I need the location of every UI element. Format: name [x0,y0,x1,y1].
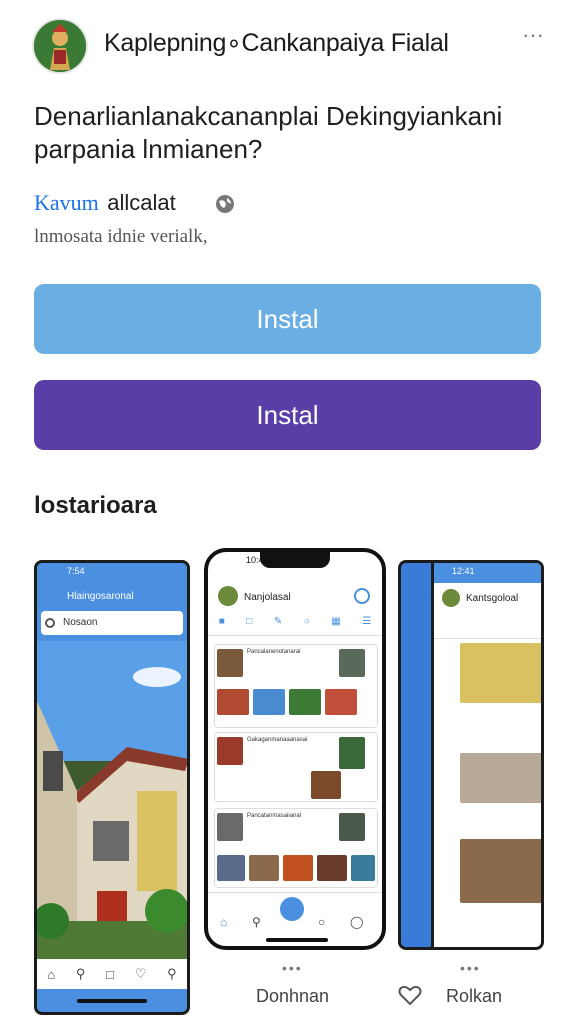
search-icon[interactable]: ⚲ [252,915,261,929]
app-title: Kaplepning∘Cankanpaiya Fialal [104,29,449,57]
list-item[interactable]: Gakaganmanaaanasai [214,732,378,802]
post-image [460,839,541,903]
phone-notch [260,552,330,568]
screen-title: Nanjolasal [244,592,291,603]
row-title: Pancalanenotanarai [247,649,301,655]
house-photo [37,641,187,959]
headline-question: Denarlianlanakcananplai Dekingyiankani p… [34,101,503,164]
subtitle-link[interactable]: Kavum [34,190,99,215]
app-avatar[interactable] [32,18,88,74]
row-title: Gakaganmanaaanasai [247,737,308,743]
chat-icon[interactable]: ♡ [135,966,147,982]
pager-dots: ••• [282,960,303,976]
status-bar [434,563,541,583]
clock-icon[interactable] [354,588,370,604]
bottom-nav: ⌂ ⚲ ○ ◯ [208,892,382,934]
tab-edit-icon[interactable]: ✎ [274,616,282,635]
front-card: 12:41 Kantsgoloal [431,563,541,947]
app-header: Kaplepning∘Cankanpaiya Fialal ··· [0,0,576,96]
screenshots-section-title: lostarioara [34,492,157,519]
chat-icon[interactable]: ○ [318,915,325,929]
screenshot-left[interactable]: 7:54 Hlaingosaronal Nosaon ⌂ ⚲ □ ♡ ⚲ [34,560,190,1015]
search-icon[interactable]: ⚲ [76,966,86,982]
pager-dots: ••• [460,960,481,976]
screenshot-right[interactable]: 12:41 Kantsgoloal [398,560,544,950]
status-bar [37,563,187,587]
avatar [218,586,238,606]
profile-icon[interactable]: ◯ [350,915,363,929]
app-store-page: Kaplepning∘Cankanpaiya Fialal ··· Denarl… [0,0,576,1024]
more-options-icon[interactable]: ··· [520,22,546,48]
compose-button[interactable] [280,897,304,921]
screen-title: Hlaingosaronal [67,591,134,602]
post-image [460,643,541,703]
screenshot-middle[interactable]: 10:41 Nanjolasal ■ □ ✎ ○ ▦ ☰ Pancalaneno… [204,548,386,950]
install-button-primary[interactable]: Instal [34,284,541,354]
home-icon[interactable]: ⌂ [47,967,55,982]
caption-text: lnmosata idnie verialk, [34,226,208,247]
tab-list-icon[interactable]: ☰ [362,616,371,635]
globe-icon [216,195,234,213]
tab-bar: ■ □ ✎ ○ ▦ ☰ [208,616,382,636]
search-icon[interactable]: ⚲ [167,966,177,982]
search-input[interactable]: Nosaon [41,611,183,635]
row-title: Pancatanmasaiianal [247,813,302,819]
tab-grid-icon[interactable]: ▦ [331,616,340,635]
status-time: 10:41 [246,555,269,565]
subtitle-text: allcalat [107,190,176,215]
list-item[interactable]: Pancatanmasaiianal [214,808,378,888]
search-icon [45,618,55,628]
status-time: 12:41 [452,566,475,576]
home-indicator [266,938,328,942]
avatar [442,589,460,607]
tab-image-icon[interactable]: □ [246,616,252,635]
home-icon[interactable]: ⌂ [220,915,227,929]
install-button-secondary[interactable]: Instal [34,380,541,450]
square-icon[interactable]: □ [106,967,114,982]
list-item[interactable]: Pancalanenotanarai [214,644,378,728]
heart-icon[interactable] [398,984,422,1006]
status-time: 7:54 [67,566,85,576]
home-indicator [77,999,147,1003]
subtitle-row: Kavum allcalat [34,190,554,220]
back-card [401,563,431,947]
tab-bar [434,619,541,639]
footer-label-right[interactable]: Rolkan [446,986,502,1007]
tab-chat-icon[interactable]: ○ [304,616,310,635]
post-image [460,753,541,803]
bottom-nav: ⌂ ⚲ □ ♡ ⚲ [37,959,187,989]
tab-home-icon[interactable]: ■ [219,616,225,635]
screen-title: Kantsgoloal [466,593,519,604]
footer-label-left[interactable]: Donhnan [256,986,329,1007]
